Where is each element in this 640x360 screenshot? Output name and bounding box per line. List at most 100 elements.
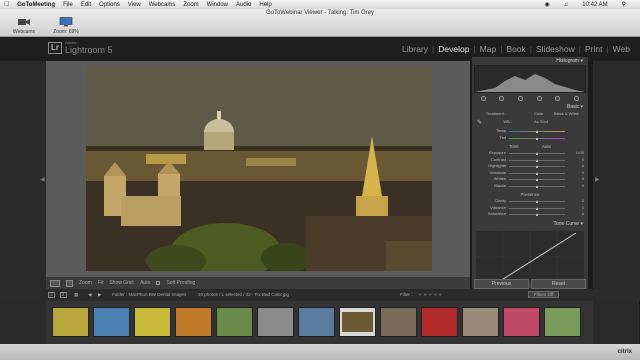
filmstrip-thumb-blue-sky[interactable]	[298, 307, 335, 337]
spot-removal-icon[interactable]	[499, 95, 505, 101]
menu-window[interactable]: Window	[207, 2, 228, 8]
vibrance-value[interactable]: 0	[568, 205, 584, 210]
menu-file[interactable]: File	[63, 2, 73, 8]
clarity-knob[interactable]	[535, 200, 538, 203]
contrast-knob[interactable]	[535, 158, 538, 162]
saturation-slider[interactable]	[509, 213, 565, 216]
red-eye-icon[interactable]	[518, 95, 524, 101]
show-grid-select[interactable]: Auto	[140, 280, 150, 286]
menu-help[interactable]: Help	[259, 2, 271, 8]
reset-button[interactable]: Reset	[531, 279, 586, 289]
shadows-slider[interactable]	[509, 171, 565, 175]
filters-off-select[interactable]: Filters Off	[528, 291, 560, 298]
clarity-slider[interactable]	[509, 200, 565, 203]
star-filter[interactable]: ★★★★★	[418, 292, 443, 298]
histogram-header[interactable]: Histogram ▾	[472, 57, 588, 65]
expand-left-panel-icon[interactable]: ◀	[40, 176, 45, 183]
blacks-knob[interactable]	[535, 184, 538, 188]
zoom-control-label[interactable]: Zoom	[79, 280, 92, 286]
clock[interactable]: 10:42 AM	[582, 2, 607, 8]
apple-icon[interactable]: 	[4, 1, 9, 8]
contrast-slider[interactable]	[509, 158, 565, 162]
whites-slider[interactable]	[509, 178, 565, 181]
whites-knob[interactable]	[535, 178, 538, 181]
module-web[interactable]: Web	[609, 44, 634, 54]
tone-auto-button[interactable]: Auto	[542, 144, 551, 149]
temp-slider[interactable]	[509, 130, 565, 133]
filmstrip-thumb-yellow-grapes[interactable]	[52, 307, 89, 337]
tone-curve-graph[interactable]	[476, 231, 584, 283]
filmstrip-thumb-wood-interior[interactable]	[380, 307, 417, 337]
fit-option[interactable]: Fit	[98, 280, 104, 286]
vibrance-knob[interactable]	[535, 206, 538, 210]
filmstrip-thumb-landscape-field[interactable]	[216, 307, 253, 337]
treatment-bw[interactable]: Black & White	[554, 111, 579, 116]
tone-curve-header[interactable]: Tone Curve ▾	[472, 220, 588, 228]
filmstrip-thumb-sunset-trees[interactable]	[175, 307, 212, 337]
exposure-knob[interactable]	[535, 152, 538, 155]
exposure-value[interactable]: 0.00	[568, 150, 584, 155]
module-print[interactable]: Print	[581, 44, 606, 54]
soft-proofing-checkbox[interactable]	[156, 281, 161, 285]
clarity-value[interactable]: 0	[568, 198, 584, 203]
filmstrip-thumb-red-car[interactable]	[421, 307, 458, 337]
wifi-icon[interactable]: ◉	[544, 1, 549, 8]
collapse-right-panel-icon[interactable]: ▶	[595, 176, 600, 183]
previous-button[interactable]: Previous	[474, 279, 529, 289]
filmstrip-thumb-rome-night[interactable]	[339, 307, 376, 337]
blacks-slider[interactable]	[509, 184, 565, 188]
module-develop[interactable]: Develop	[434, 44, 473, 54]
menu-webcams[interactable]: Webcams	[149, 2, 176, 8]
whites-value[interactable]: 0	[568, 176, 584, 181]
graduated-filter-icon[interactable]	[536, 95, 542, 101]
menu-edit[interactable]: Edit	[81, 2, 91, 8]
radial-filter-icon[interactable]	[555, 95, 561, 101]
filmstrip-thumb-pink-car[interactable]	[503, 307, 540, 337]
filmstrip-thumb-tree-sky[interactable]	[93, 307, 130, 337]
back-arrow-icon[interactable]: ◀	[88, 292, 91, 298]
highlights-slider[interactable]	[509, 165, 565, 168]
treatment-color[interactable]: Color	[534, 111, 544, 116]
folder-path[interactable]: Folder : MacPhun BW Dental Images	[112, 292, 186, 297]
exposure-slider[interactable]	[509, 152, 565, 155]
soft-proofing-label[interactable]: Soft Proofing	[166, 280, 195, 286]
spotlight-icon[interactable]: ⚲	[622, 1, 626, 8]
webcams-button[interactable]: Webcams	[4, 17, 44, 35]
view-mode-icon[interactable]	[50, 279, 60, 287]
menu-options[interactable]: Options	[99, 2, 120, 8]
highlights-knob[interactable]	[535, 165, 538, 168]
tint-slider[interactable]	[509, 136, 565, 140]
basic-header[interactable]: Basic ▾	[472, 103, 588, 111]
filmstrip-thumb-gray-scene[interactable]	[257, 307, 294, 337]
temp-knob[interactable]	[535, 130, 538, 133]
saturation-value[interactable]: 0	[568, 211, 584, 216]
before-after-icon[interactable]	[66, 279, 73, 287]
menu-audio[interactable]: Audio	[236, 2, 251, 8]
grid-view-icon[interactable]: ▦	[74, 292, 78, 298]
saturation-knob[interactable]	[535, 213, 538, 216]
shadows-value[interactable]: 0	[568, 170, 584, 175]
module-book[interactable]: Book	[502, 44, 529, 54]
filmstrip-thumb-goat-field[interactable]	[544, 307, 581, 337]
filmstrip-thumb-cat[interactable]	[462, 307, 499, 337]
menu-zoom[interactable]: Zoom	[183, 2, 198, 8]
crop-tool-icon[interactable]	[480, 95, 486, 101]
preview-photo[interactable]	[86, 66, 432, 271]
module-slideshow[interactable]: Slideshow	[532, 44, 579, 54]
filmstrip-thumb-yellow-pattern[interactable]	[134, 307, 171, 337]
volume-icon[interactable]: ♫	[564, 2, 569, 8]
highlights-value[interactable]: 0	[568, 163, 584, 168]
module-library[interactable]: Library	[398, 44, 432, 54]
shadows-knob[interactable]	[535, 171, 538, 175]
tint-knob[interactable]	[535, 136, 538, 140]
module-map[interactable]: Map	[476, 44, 501, 54]
blacks-value[interactable]: 0	[568, 183, 584, 188]
adjustment-brush-icon[interactable]	[574, 95, 580, 101]
menu-view[interactable]: View	[128, 2, 141, 8]
menu-app-name[interactable]: GoToMeeting	[17, 2, 55, 8]
zoom-button[interactable]: Zoom: 69%	[46, 17, 86, 35]
contrast-value[interactable]: 0	[568, 157, 584, 162]
wb-select[interactable]: As Shot	[534, 119, 548, 124]
forward-arrow-icon[interactable]: ▶	[98, 292, 101, 298]
vibrance-slider[interactable]	[509, 206, 565, 210]
